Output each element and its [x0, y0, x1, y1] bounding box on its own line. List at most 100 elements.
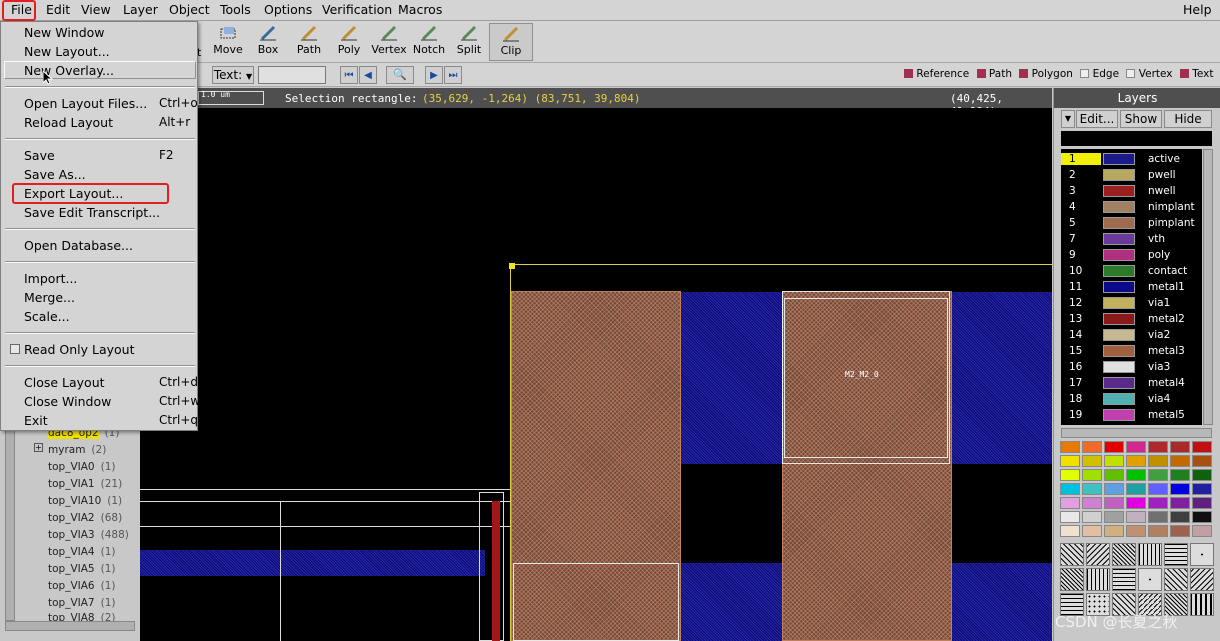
menu-item-merge[interactable]: Merge... [24, 290, 75, 305]
color-swatch[interactable] [1148, 469, 1168, 481]
color-swatch[interactable] [1192, 511, 1212, 523]
layer-list-hscrollbar[interactable] [1061, 428, 1212, 438]
color-swatch[interactable] [1104, 441, 1124, 453]
layer-row[interactable]: 2 pwell [1061, 167, 1201, 183]
layer-row[interactable]: 4 nimplant [1061, 199, 1201, 215]
color-swatch[interactable] [1192, 483, 1212, 495]
layer-row[interactable]: 1 active [1061, 151, 1201, 167]
color-swatch[interactable] [1170, 525, 1190, 537]
tree-scrollbar-vertical[interactable] [5, 425, 15, 621]
layer-row[interactable]: 16 via3 [1061, 359, 1201, 375]
last-button[interactable]: ⏭ [444, 66, 462, 84]
fill-pattern-swatch[interactable] [1190, 568, 1214, 591]
fill-pattern-swatch[interactable] [1164, 568, 1188, 591]
vertex-checkbox[interactable] [1126, 69, 1136, 78]
fill-pattern-swatch[interactable] [1112, 543, 1136, 566]
expand-icon[interactable]: + [34, 443, 43, 452]
layer-row[interactable]: 9 poly [1061, 247, 1201, 263]
layers-menu-button[interactable]: ▼ [1061, 110, 1075, 128]
layers-filter-field[interactable] [1061, 131, 1212, 146]
tree-row[interactable]: top_VIA3 (488) [48, 529, 129, 541]
layer-list-scrollbar[interactable] [1203, 149, 1213, 425]
menu-layer[interactable]: Layer [123, 2, 158, 17]
menu-view[interactable]: View [81, 2, 111, 17]
color-swatch[interactable] [1104, 469, 1124, 481]
poly-tool[interactable]: Poly [327, 23, 371, 61]
menu-file[interactable]: File [11, 2, 32, 17]
menu-item-export-layout[interactable]: Export Layout... [24, 186, 123, 201]
split-tool[interactable]: Split [447, 23, 491, 61]
zoom-dropdown[interactable]: 🔍 [386, 66, 414, 84]
layer-row[interactable]: 10 contact [1061, 263, 1201, 279]
color-swatch[interactable] [1082, 497, 1102, 509]
color-swatch[interactable] [1082, 483, 1102, 495]
color-swatch[interactable] [1060, 497, 1080, 509]
menu-item-reload-layout[interactable]: Reload Layout [24, 115, 113, 130]
tree-row[interactable]: top_VIA6 (1) [48, 580, 115, 592]
color-swatch[interactable] [1148, 441, 1168, 453]
prev-button[interactable]: ◀ [359, 66, 377, 84]
fill-pattern-swatch[interactable] [1190, 543, 1214, 566]
color-swatch[interactable] [1060, 455, 1080, 467]
path-tool[interactable]: Path [287, 23, 331, 61]
layer-row[interactable]: 14 via2 [1061, 327, 1201, 343]
menu-item-close-layout[interactable]: Close Layout [24, 375, 105, 390]
tree-row[interactable]: top_VIA0 (1) [48, 461, 115, 473]
color-swatch[interactable] [1170, 455, 1190, 467]
menu-help[interactable]: Help [1183, 2, 1212, 17]
menu-macros[interactable]: Macros [398, 2, 442, 17]
text-input[interactable] [258, 66, 326, 84]
tree-row[interactable]: top_VIA2 (68) [48, 512, 122, 524]
menu-options[interactable]: Options [264, 2, 312, 17]
menu-item-save[interactable]: Save [24, 148, 55, 163]
color-swatch[interactable] [1126, 469, 1146, 481]
menu-item-close-window[interactable]: Close Window [24, 394, 111, 409]
color-swatch[interactable] [1192, 469, 1212, 481]
color-swatch[interactable] [1104, 511, 1124, 523]
layer-row[interactable]: 15 metal3 [1061, 343, 1201, 359]
menu-tools[interactable]: Tools [220, 2, 251, 17]
layers-show-button[interactable]: Show [1120, 110, 1162, 128]
color-swatch[interactable] [1148, 497, 1168, 509]
menu-edit[interactable]: Edit [46, 2, 70, 17]
color-swatch[interactable] [1082, 441, 1102, 453]
tree-scrollbar-horizontal[interactable] [5, 621, 135, 631]
color-swatch[interactable] [1148, 455, 1168, 467]
menu-item-read-only-layout[interactable]: Read Only Layout [24, 342, 134, 357]
color-swatch[interactable] [1060, 469, 1080, 481]
color-swatch[interactable] [1126, 455, 1146, 467]
color-swatch[interactable] [1192, 497, 1212, 509]
fill-pattern-swatch[interactable] [1164, 543, 1188, 566]
menu-item-scale[interactable]: Scale... [24, 309, 70, 324]
color-swatch[interactable] [1126, 525, 1146, 537]
color-swatch[interactable] [1148, 511, 1168, 523]
layer-row[interactable]: 5 pimplant [1061, 215, 1201, 231]
fill-pattern-swatch[interactable] [1060, 543, 1084, 566]
color-swatch[interactable] [1104, 483, 1124, 495]
color-swatch[interactable] [1192, 455, 1212, 467]
box-tool[interactable]: Box [246, 23, 290, 61]
read-only-checkbox[interactable] [10, 344, 20, 354]
color-swatch[interactable] [1170, 497, 1190, 509]
color-swatch[interactable] [1082, 525, 1102, 537]
layers-edit-button[interactable]: Edit... [1076, 110, 1118, 128]
color-swatch[interactable] [1192, 441, 1212, 453]
color-swatch[interactable] [1126, 511, 1146, 523]
vertex-tool[interactable]: Vertex [367, 23, 411, 61]
color-swatch[interactable] [1170, 469, 1190, 481]
color-swatch[interactable] [1082, 469, 1102, 481]
fill-pattern-swatch[interactable] [1112, 568, 1136, 591]
color-swatch[interactable] [1104, 497, 1124, 509]
first-button[interactable]: ⏮ [340, 66, 358, 84]
color-swatch[interactable] [1060, 483, 1080, 495]
clip-tool[interactable]: Clip [489, 23, 533, 61]
layer-row[interactable]: 17 metal4 [1061, 375, 1201, 391]
layers-hide-button[interactable]: Hide [1164, 110, 1212, 128]
move-tool[interactable]: Move [206, 23, 250, 61]
notch-tool[interactable]: Notch [407, 23, 451, 61]
menu-item-save-as[interactable]: Save As... [24, 167, 86, 182]
menu-verification[interactable]: Verification [322, 2, 392, 17]
color-swatch[interactable] [1104, 525, 1124, 537]
menu-item-open-layout-files[interactable]: Open Layout Files... [24, 96, 147, 111]
menu-item-new-layout[interactable]: New Layout... [24, 44, 110, 59]
